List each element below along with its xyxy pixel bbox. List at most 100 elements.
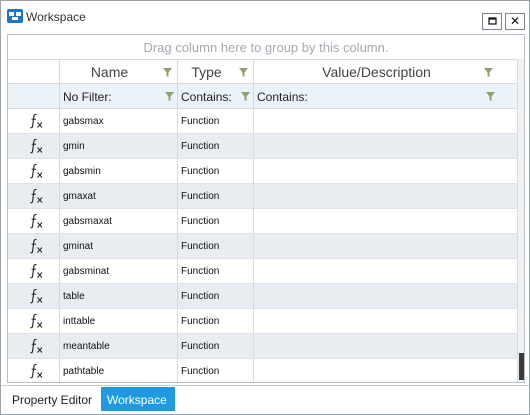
row-value-cell[interactable]	[254, 159, 518, 183]
function-icon	[28, 113, 44, 129]
funnel-icon[interactable]	[486, 92, 495, 101]
row-icon-cell	[8, 359, 60, 382]
row-icon-cell	[8, 309, 60, 333]
close-button[interactable]: ✕	[505, 13, 525, 30]
filter-name-label: No Filter:	[63, 90, 112, 104]
row-icon-cell	[8, 334, 60, 358]
row-name-cell[interactable]: gabsmaxat	[60, 209, 178, 233]
row-icon-cell	[8, 259, 60, 283]
row-name-cell[interactable]: gmaxat	[60, 184, 178, 208]
row-type-cell[interactable]: Function	[178, 184, 254, 208]
funnel-icon[interactable]	[239, 68, 248, 77]
funnel-icon[interactable]	[484, 68, 493, 77]
table-row[interactable]: gabsminat Function	[8, 259, 518, 284]
row-value-cell[interactable]	[254, 334, 518, 358]
window-title: Workspace	[26, 10, 86, 24]
workspace-window: Workspace ✕ Drag column here to group by…	[0, 0, 530, 415]
row-value-cell[interactable]	[254, 109, 518, 133]
funnel-icon[interactable]	[163, 68, 172, 77]
bottom-tab-bar: Property Editor Workspace	[1, 385, 529, 414]
row-type-cell[interactable]: Function	[178, 159, 254, 183]
column-header-value-label: Value/Description	[322, 64, 431, 80]
row-name-cell[interactable]: gabsmax	[60, 109, 178, 133]
function-icon	[28, 263, 44, 279]
row-type-cell[interactable]: Function	[178, 309, 254, 333]
column-header-type[interactable]: Type	[178, 59, 254, 84]
function-icon	[28, 363, 44, 379]
vertical-scrollbar[interactable]	[518, 59, 524, 382]
function-icon	[28, 338, 44, 354]
row-value-cell[interactable]	[254, 284, 518, 308]
function-icon	[28, 238, 44, 254]
filter-row: No Filter: Contains: Contains:	[8, 84, 518, 109]
row-type-cell[interactable]: Function	[178, 134, 254, 158]
row-value-cell[interactable]	[254, 134, 518, 158]
table-row[interactable]: gminat Function	[8, 234, 518, 259]
row-value-cell[interactable]	[254, 184, 518, 208]
close-icon: ✕	[509, 14, 521, 28]
tab-workspace[interactable]: Workspace	[101, 387, 175, 411]
filter-type-label: Contains:	[181, 90, 232, 104]
funnel-icon[interactable]	[165, 92, 174, 101]
row-value-cell[interactable]	[254, 259, 518, 283]
app-icon	[7, 9, 23, 23]
funnel-icon[interactable]	[241, 92, 250, 101]
function-icon	[28, 288, 44, 304]
filter-cell-value[interactable]: Contains:	[254, 84, 518, 108]
column-header-name-label: Name	[90, 64, 129, 80]
row-icon-cell	[8, 159, 60, 183]
title-bar: Workspace ✕	[1, 1, 529, 32]
function-icon	[28, 163, 44, 179]
function-icon	[28, 138, 44, 154]
table-row[interactable]: gmin Function	[8, 134, 518, 159]
table-row[interactable]: pathtable Function	[8, 359, 518, 382]
row-name-cell[interactable]: gabsmin	[60, 159, 178, 183]
row-value-cell[interactable]	[254, 309, 518, 333]
row-icon-cell	[8, 184, 60, 208]
row-name-cell[interactable]: inttable	[60, 309, 178, 333]
table-row[interactable]: gabsmaxat Function	[8, 209, 518, 234]
row-type-cell[interactable]: Function	[178, 209, 254, 233]
row-type-cell[interactable]: Function	[178, 259, 254, 283]
column-header-value[interactable]: Value/Description	[254, 59, 518, 84]
row-value-cell[interactable]	[254, 209, 518, 233]
restore-icon	[487, 17, 497, 25]
column-header-name[interactable]: Name	[60, 59, 178, 84]
row-icon-cell	[8, 284, 60, 308]
workspace-grid: Drag column here to group by this column…	[7, 34, 525, 383]
filter-cell-type[interactable]: Contains:	[178, 84, 254, 108]
row-name-cell[interactable]: meantable	[60, 334, 178, 358]
row-name-cell[interactable]: table	[60, 284, 178, 308]
row-type-cell[interactable]: Function	[178, 284, 254, 308]
column-header-type-label: Type	[191, 64, 222, 80]
scrollbar-thumb[interactable]	[519, 353, 524, 380]
filter-cell-name[interactable]: No Filter:	[60, 84, 178, 108]
table-row[interactable]: inttable Function	[8, 309, 518, 334]
restore-button[interactable]	[482, 13, 502, 30]
filter-cell-icon	[8, 84, 60, 108]
function-icon	[28, 213, 44, 229]
table-row[interactable]: table Function	[8, 284, 518, 309]
table-row[interactable]: gabsmax Function	[8, 109, 518, 134]
row-name-cell[interactable]: gabsminat	[60, 259, 178, 283]
row-type-cell[interactable]: Function	[178, 234, 254, 258]
function-icon	[28, 313, 44, 329]
table-row[interactable]: gmaxat Function	[8, 184, 518, 209]
table-row[interactable]: meantable Function	[8, 334, 518, 359]
row-name-cell[interactable]: gmin	[60, 134, 178, 158]
row-value-cell[interactable]	[254, 359, 518, 382]
row-type-cell[interactable]: Function	[178, 359, 254, 382]
filter-value-label: Contains:	[257, 90, 308, 104]
row-name-cell[interactable]: pathtable	[60, 359, 178, 382]
row-name-cell[interactable]: gminat	[60, 234, 178, 258]
row-icon-cell	[8, 234, 60, 258]
row-value-cell[interactable]	[254, 234, 518, 258]
tab-property-editor[interactable]: Property Editor	[6, 387, 101, 411]
table-row[interactable]: gabsmin Function	[8, 159, 518, 184]
row-type-cell[interactable]: Function	[178, 334, 254, 358]
row-icon-cell	[8, 134, 60, 158]
group-by-panel[interactable]: Drag column here to group by this column…	[8, 35, 524, 59]
row-icon-cell	[8, 209, 60, 233]
row-type-cell[interactable]: Function	[178, 109, 254, 133]
function-icon	[28, 188, 44, 204]
